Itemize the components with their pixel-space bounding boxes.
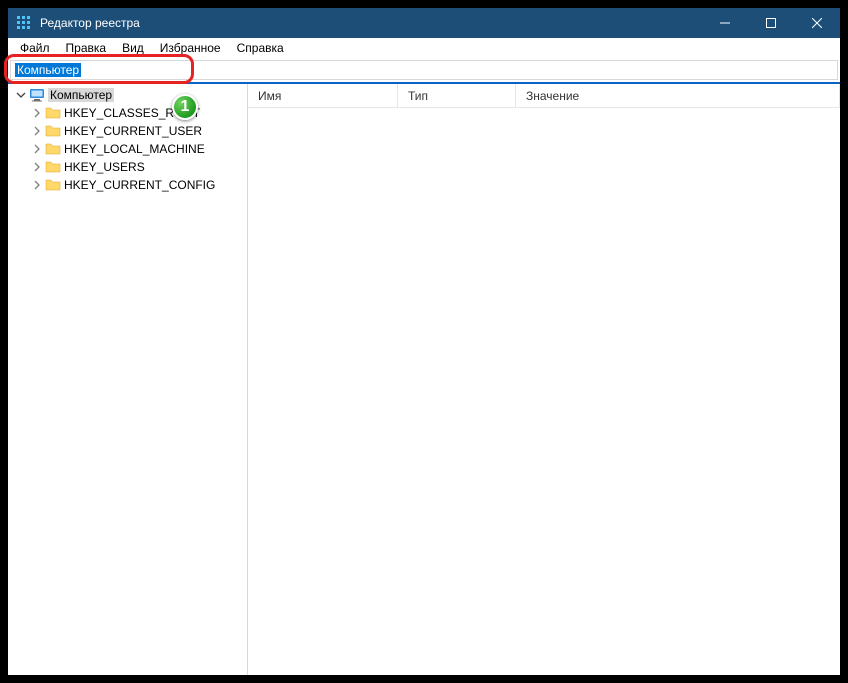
- column-type[interactable]: Тип: [398, 84, 516, 107]
- tree-item-label: HKEY_CURRENT_CONFIG: [64, 178, 215, 192]
- computer-icon: [29, 87, 45, 103]
- list-body[interactable]: [248, 108, 840, 675]
- address-bar-container: Компьютер: [8, 58, 840, 84]
- minimize-button[interactable]: [702, 8, 748, 38]
- chevron-down-icon[interactable]: [14, 88, 28, 102]
- chevron-right-icon[interactable]: [30, 124, 44, 138]
- column-name[interactable]: Имя: [248, 84, 398, 107]
- list-header: Имя Тип Значение: [248, 84, 840, 108]
- list-pane: Имя Тип Значение: [248, 84, 840, 675]
- tree-root-label: Компьютер: [48, 88, 114, 102]
- chevron-right-icon[interactable]: [30, 106, 44, 120]
- menu-file[interactable]: Файл: [12, 40, 58, 56]
- menu-view[interactable]: Вид: [114, 40, 152, 56]
- tree-item-hkcu[interactable]: HKEY_CURRENT_USER: [8, 122, 247, 140]
- chevron-right-icon[interactable]: [30, 142, 44, 156]
- folder-icon: [45, 141, 61, 157]
- folder-icon: [45, 177, 61, 193]
- tree-item-label: HKEY_USERS: [64, 160, 145, 174]
- maximize-button[interactable]: [748, 8, 794, 38]
- address-bar[interactable]: Компьютер: [10, 60, 838, 80]
- tree-item-label: HKEY_LOCAL_MACHINE: [64, 142, 205, 156]
- menu-bar: Файл Правка Вид Избранное Справка: [8, 38, 840, 58]
- folder-icon: [45, 105, 61, 121]
- menu-favorites[interactable]: Избранное: [152, 40, 229, 56]
- tree-item-hkcc[interactable]: HKEY_CURRENT_CONFIG: [8, 176, 247, 194]
- tree-pane: Компьютер HKEY_CLASSES_ROOT HKEY_CURRENT…: [8, 84, 248, 675]
- menu-help[interactable]: Справка: [229, 40, 292, 56]
- chevron-right-icon[interactable]: [30, 160, 44, 174]
- menu-edit[interactable]: Правка: [58, 40, 115, 56]
- callout-badge: 1: [172, 94, 198, 120]
- app-icon: [16, 15, 32, 31]
- address-bar-value: Компьютер: [15, 63, 81, 77]
- tree-root[interactable]: Компьютер: [8, 86, 247, 104]
- title-bar: Редактор реестра: [8, 8, 840, 38]
- tree-item-label: HKEY_CURRENT_USER: [64, 124, 202, 138]
- folder-icon: [45, 123, 61, 139]
- tree-item-hkcr[interactable]: HKEY_CLASSES_ROOT: [8, 104, 247, 122]
- tree-item-hku[interactable]: HKEY_USERS: [8, 158, 247, 176]
- window-title: Редактор реестра: [40, 16, 140, 30]
- tree-item-hklm[interactable]: HKEY_LOCAL_MACHINE: [8, 140, 247, 158]
- column-value[interactable]: Значение: [516, 84, 840, 107]
- close-button[interactable]: [794, 8, 840, 38]
- main-split: Компьютер HKEY_CLASSES_ROOT HKEY_CURRENT…: [8, 84, 840, 675]
- folder-icon: [45, 159, 61, 175]
- chevron-right-icon[interactable]: [30, 178, 44, 192]
